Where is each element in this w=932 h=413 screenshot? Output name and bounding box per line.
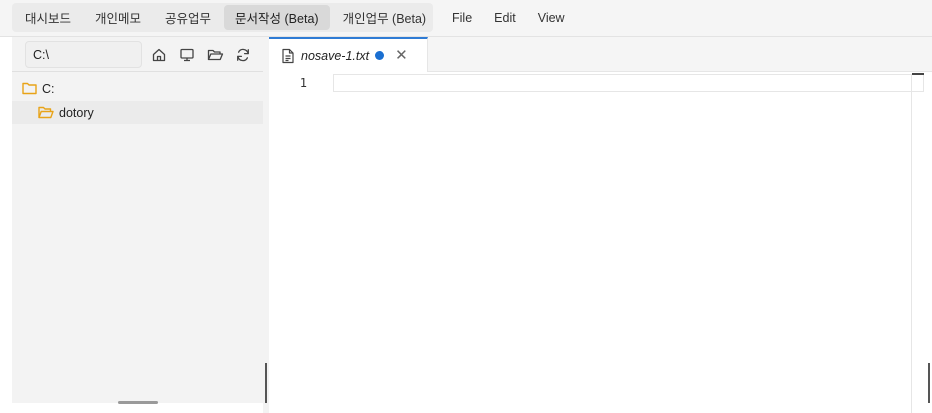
folder-open-icon[interactable] <box>201 45 229 65</box>
splitter-handle[interactable] <box>265 363 267 403</box>
tree-item-label: C: <box>42 81 55 96</box>
file-text-icon <box>281 48 295 64</box>
explorer-divider <box>12 71 263 72</box>
path-input[interactable] <box>25 41 142 68</box>
editor-vertical-scrollbar[interactable] <box>928 363 930 403</box>
folder-tree: C: dotory <box>12 77 263 124</box>
editor-tab-filename: nosave-1.txt <box>301 48 370 63</box>
unsaved-indicator <box>375 51 385 60</box>
menu-edit[interactable]: Edit <box>483 11 527 25</box>
tab-document-writing[interactable]: 문서작성 (Beta) <box>224 5 330 30</box>
home-icon[interactable] <box>145 45 173 65</box>
file-explorer-panel: C: dotory <box>12 37 263 404</box>
tree-item-c-drive[interactable]: C: <box>12 77 263 100</box>
tab-shared-work[interactable]: 공유업무 <box>154 5 222 30</box>
top-nav-tabs: 대시보드 개인메모 공유업무 문서작성 (Beta) 개인업무 (Beta) <box>12 3 433 32</box>
menu-bar: File Edit View <box>441 3 576 32</box>
editor-tab-nosave-1[interactable]: nosave-1.txt ✕ <box>269 37 428 72</box>
overview-ruler-marker <box>912 73 924 75</box>
line-number-gutter: 1 <box>269 74 333 92</box>
tab-personal-memo[interactable]: 개인메모 <box>84 5 152 30</box>
menu-view[interactable]: View <box>527 11 576 25</box>
editor-tab-strip: nosave-1.txt ✕ <box>269 37 932 72</box>
explorer-horizontal-scrollbar[interactable] <box>118 401 158 404</box>
tab-personal-work[interactable]: 개인업무 (Beta) <box>332 5 438 30</box>
tab-dashboard[interactable]: 대시보드 <box>14 5 82 30</box>
menu-file[interactable]: File <box>441 11 483 25</box>
folder-open-icon <box>38 106 54 119</box>
explorer-toolbar <box>145 45 257 65</box>
close-icon[interactable]: ✕ <box>395 48 408 63</box>
top-bar: 대시보드 개인메모 공유업무 문서작성 (Beta) 개인업무 (Beta) F… <box>0 0 932 37</box>
editor-area: nosave-1.txt ✕ 1 <box>269 37 932 413</box>
refresh-icon[interactable] <box>229 45 257 65</box>
tree-item-dotory[interactable]: dotory <box>12 101 263 124</box>
tree-item-label: dotory <box>59 105 94 120</box>
desktop-icon[interactable] <box>173 45 201 65</box>
editor-text-area[interactable] <box>333 74 924 404</box>
editor-vertical-ruler <box>911 74 912 413</box>
folder-icon <box>22 82 37 95</box>
line-number: 1 <box>299 76 307 90</box>
